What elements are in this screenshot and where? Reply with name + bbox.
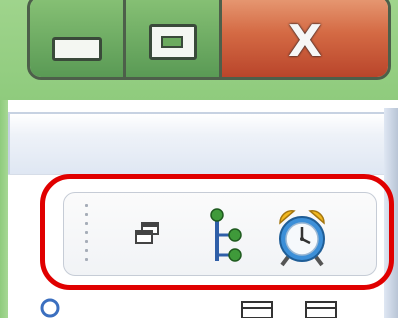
highlight-box	[40, 174, 394, 290]
maximize-icon	[148, 24, 197, 60]
bottom-toolbar-row	[8, 290, 384, 318]
minimize-icon	[51, 37, 102, 61]
ribbon-bar	[8, 112, 386, 176]
maximize-button[interactable]	[126, 0, 222, 77]
window-left-border	[0, 100, 8, 318]
close-icon: X	[288, 16, 322, 67]
minimize-button[interactable]	[30, 0, 126, 77]
panel-icon[interactable]	[304, 294, 338, 318]
panel-icon[interactable]	[240, 294, 274, 318]
close-button[interactable]: X	[222, 0, 388, 77]
search-icon[interactable]	[38, 294, 62, 318]
window-title-bar: X	[0, 0, 398, 100]
caption-buttons: X	[27, 0, 391, 80]
